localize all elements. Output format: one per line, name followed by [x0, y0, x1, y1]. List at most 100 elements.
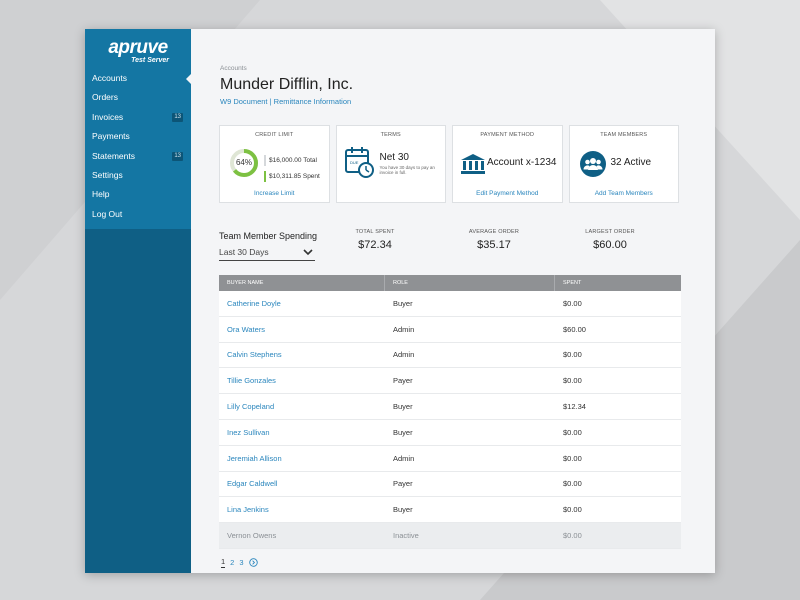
buyer-role: Admin [393, 453, 415, 463]
logo-subtitle: Test Server [131, 57, 169, 64]
page-2-link[interactable]: 2 [230, 558, 234, 567]
account-links: W9 Document | Remittance Information [220, 97, 351, 106]
sidebar-item-help[interactable]: Help [85, 185, 191, 204]
stat-value: $60.00 [593, 239, 627, 251]
terms-value: Net 30 [379, 152, 409, 163]
table-row: Ora Waters Admin $60.00 [219, 316, 681, 343]
buyer-role: Inactive [393, 531, 419, 541]
buyer-role: Payer [393, 479, 413, 489]
edit-payment-method-link[interactable]: Edit Payment Method [453, 190, 562, 197]
sidebar-item-orders[interactable]: Orders [85, 88, 191, 107]
buyer-name-link[interactable]: Edgar Caldwell [219, 479, 385, 488]
sidebar-item-logout[interactable]: Log Out [85, 205, 191, 224]
logo[interactable]: apruve Test Server [85, 29, 191, 69]
sidebar-item-label: Accounts [92, 73, 127, 83]
sidebar-item-invoices[interactable]: Invoices 13 [85, 108, 191, 127]
sidebar-item-label: Orders [92, 92, 118, 103]
next-page-icon[interactable] [248, 558, 258, 567]
invoices-count-badge: 13 [172, 112, 183, 122]
buyer-role: Buyer [393, 505, 413, 515]
buyer-spent: $0.00 [563, 505, 582, 515]
statements-count-badge: 13 [172, 151, 183, 161]
terms-card: TERMS DUE Net 30 You have 30 days to pay… [335, 125, 446, 203]
logo-text: apruve [108, 37, 168, 58]
sidebar-item-payments[interactable]: Payments [85, 127, 191, 146]
buyer-name-link[interactable]: Calvin Stephens [219, 350, 385, 359]
pagination: 1 2 3 [221, 557, 258, 568]
buyer-spent: $0.00 [563, 479, 582, 489]
table-row: Lina Jenkins Buyer $0.00 [219, 497, 681, 524]
buyer-spent: $0.00 [563, 376, 582, 386]
table-row: Lilly Copeland Buyer $12.34 [219, 394, 681, 420]
table-row: Jeremiah Allison Admin $0.00 [219, 445, 681, 472]
buyer-spent: $12.34 [563, 402, 586, 412]
main-content: Accounts Munder Difflin, Inc. W9 Documen… [191, 29, 715, 573]
page-title: Munder Difflin, Inc. [220, 76, 354, 93]
team-active-count: 32 Active [610, 157, 652, 168]
buyer-name-link[interactable]: Tillie Gonzales [219, 376, 385, 385]
stat-value: $72.34 [358, 239, 392, 251]
sidebar-item-label: Log Out [92, 208, 123, 219]
sidebar-item-label: Statements [92, 150, 135, 161]
summary-cards: CREDIT LIMIT 64% $16,000.00 Total $10,31… [219, 125, 679, 203]
card-title: PAYMENT METHOD [480, 132, 535, 138]
payment-method-card: PAYMENT METHOD Account x-1234 Edit Payme… [452, 125, 563, 203]
sidebar-item-settings[interactable]: Settings [85, 166, 191, 185]
stat-label: LARGEST ORDER [585, 229, 635, 235]
chevron-down-icon [303, 249, 313, 256]
credit-spent: $10,311.85 Spent [269, 172, 320, 180]
buyer-name-link[interactable]: Inez Sullivan [219, 428, 385, 437]
buyer-name-link[interactable]: Ora Waters [219, 325, 385, 334]
sidebar-item-label: Settings [92, 169, 123, 180]
increase-limit-link[interactable]: Increase Limit [220, 190, 329, 197]
card-title: TEAM MEMBERS [600, 132, 648, 138]
breadcrumb[interactable]: Accounts [220, 65, 247, 72]
stat-label: TOTAL SPENT [355, 229, 395, 235]
page-3-link[interactable]: 3 [239, 558, 243, 567]
buyer-name: Vernon Owens [227, 531, 277, 541]
largest-order-stat: LARGEST ORDER $60.00 [575, 229, 645, 251]
page-1-link[interactable]: 1 [221, 557, 226, 568]
bank-icon [461, 154, 485, 174]
sidebar-item-statements[interactable]: Statements 13 [85, 147, 191, 166]
add-team-members-link[interactable]: Add Team Members [570, 190, 679, 197]
credit-limit-card: CREDIT LIMIT 64% $16,000.00 Total $10,31… [219, 125, 330, 203]
terms-description: You have 30 days to pay an invoice in fu… [379, 165, 435, 175]
table-row: Catherine Doyle Buyer $0.00 [219, 291, 681, 317]
buyer-role: Admin [393, 350, 415, 360]
calendar-due-label: DUE [350, 160, 359, 165]
credit-total: $16,000.00 Total [269, 156, 317, 164]
table-row-inactive: Vernon Owens Inactive $0.00 [219, 523, 681, 549]
card-title: CREDIT LIMIT [255, 132, 294, 138]
column-header-role[interactable]: ROLE [385, 275, 555, 291]
buyer-role: Buyer [393, 298, 413, 308]
sidebar-item-label: Help [92, 189, 110, 200]
buyer-spent: $60.00 [563, 324, 586, 334]
buyer-role: Buyer [393, 402, 413, 412]
buyer-name-link[interactable]: Lilly Copeland [219, 402, 385, 411]
buyer-spent: $0.00 [563, 350, 582, 360]
team-members-card: TEAM MEMBERS 32 Active Add Team Members [568, 125, 679, 203]
stat-value: $35.17 [477, 239, 511, 251]
card-title: TERMS [380, 132, 401, 138]
buyer-spent: $0.00 [563, 531, 582, 541]
table-row: Inez Sullivan Buyer $0.00 [219, 419, 681, 446]
buyer-name-link[interactable]: Lina Jenkins [219, 505, 385, 514]
table-header: BUYER NAME ROLE SPENT [219, 275, 681, 291]
average-order-stat: AVERAGE ORDER $35.17 [459, 229, 529, 251]
column-header-spent[interactable]: SPENT [555, 275, 681, 291]
sidebar-nav: Accounts Orders Invoices 13 Payments Stat… [85, 69, 191, 224]
buyer-role: Payer [393, 376, 413, 386]
w9-document-link[interactable]: W9 Document [220, 97, 268, 106]
remittance-info-link[interactable]: Remittance Information [274, 97, 352, 106]
buyer-name-link[interactable]: Catherine Doyle [219, 299, 385, 308]
total-spent-stat: TOTAL SPENT $72.34 [340, 229, 410, 251]
sidebar-item-accounts[interactable]: Accounts [85, 69, 191, 88]
sidebar-item-label: Invoices [92, 111, 124, 122]
stat-label: AVERAGE ORDER [468, 229, 520, 235]
buyer-name-link[interactable]: Jeremiah Allison [219, 454, 385, 463]
column-header-buyer-name[interactable]: BUYER NAME [219, 275, 385, 291]
period-select[interactable]: Last 30 Days [219, 245, 315, 261]
team-group-icon [579, 151, 606, 177]
spending-title: Team Member Spending [219, 231, 318, 241]
